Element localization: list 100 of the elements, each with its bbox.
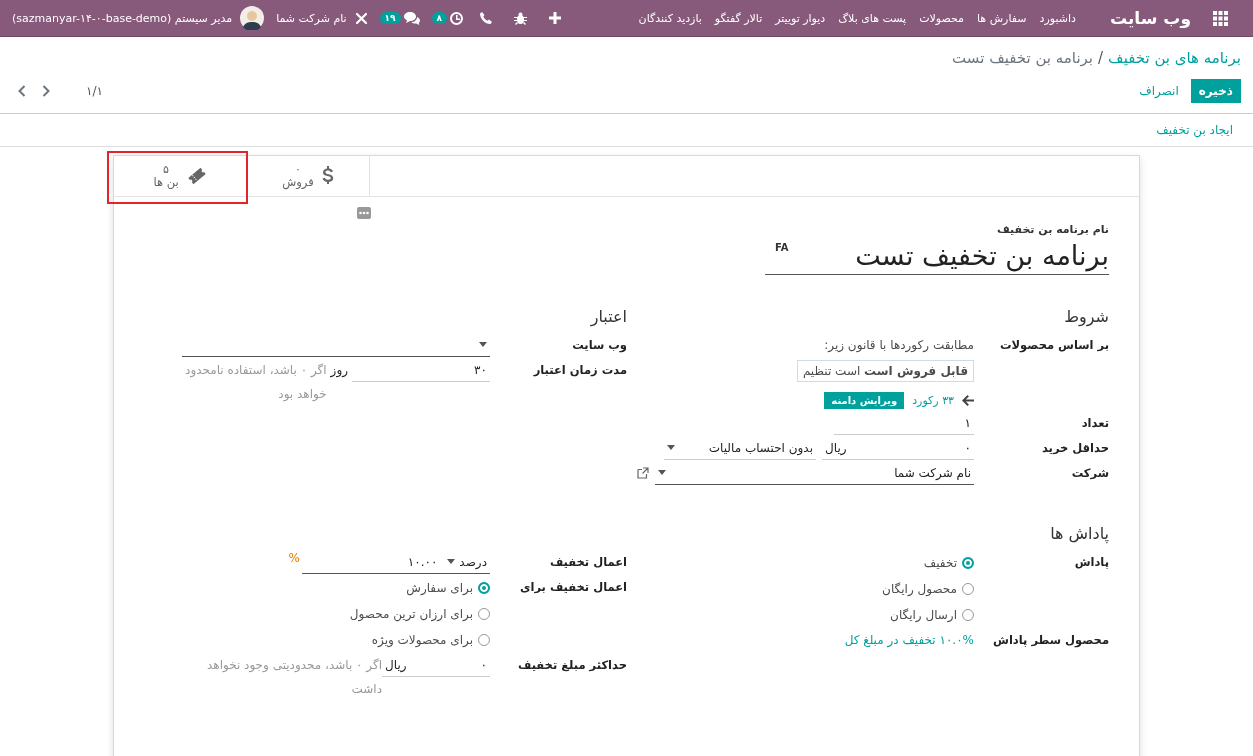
- field-label: وب سایت: [571, 337, 627, 355]
- unit-label: %: [288, 550, 300, 566]
- cancel-button[interactable]: انصراف: [1131, 79, 1187, 103]
- select-field[interactable]: بدون احتساب مالیات: [664, 436, 816, 460]
- reward-summary-link[interactable]: ۱۰.۰% تخفیف در مبلغ کل: [844, 633, 974, 647]
- menu-item[interactable]: سفارش ها: [977, 11, 1027, 25]
- tools-icon[interactable]: [354, 11, 368, 25]
- input-field[interactable]: ۳۰: [352, 358, 490, 382]
- field-label: نام برنامه بن تخفیف: [995, 223, 1109, 236]
- radio-button[interactable]: [478, 582, 490, 594]
- option-label: تخفیف: [923, 556, 957, 570]
- clock-icon[interactable]: [450, 11, 464, 25]
- field-label: اعمال تخفیف: [548, 554, 627, 571]
- caret-icon: [658, 470, 666, 475]
- field-label: مدت زمان اعتبار: [532, 362, 627, 379]
- chevron-right-icon[interactable]: [42, 85, 50, 97]
- menu-item[interactable]: محصولات: [919, 11, 964, 25]
- field-value: ۱: [964, 415, 971, 430]
- select-value: نام شرکت شما: [894, 465, 971, 480]
- chat-bubbles-icon[interactable]: [403, 11, 420, 25]
- menu-item[interactable]: تالار گفتگو: [714, 11, 763, 25]
- chevron-left-icon[interactable]: [18, 85, 26, 97]
- radio-option[interactable]: ارسال رایگان: [777, 602, 974, 628]
- radio-option[interactable]: محصول رایگان: [777, 576, 974, 602]
- caret-icon: [447, 559, 456, 564]
- menu-item[interactable]: پست های بلاگ: [838, 11, 907, 25]
- currency-label: ریال: [385, 656, 407, 674]
- title-value: برنامه بن تخفیف تست: [855, 239, 1109, 274]
- stat-label: فروش: [282, 176, 314, 189]
- input-field[interactable]: ۰ ریال: [822, 436, 974, 460]
- stat-count: ۰: [295, 163, 301, 176]
- radio-option[interactable]: برای ارزان ترین محصول: [182, 601, 490, 627]
- field-hint: اگر ۰ باشد، محدودیتی وجود نخواهد داشت: [206, 657, 382, 698]
- create-coupon-link[interactable]: ایجاد بن تخفیف: [1156, 123, 1233, 137]
- field-label: محصول سطر پاداش: [992, 632, 1109, 650]
- field-value: ۳۰: [474, 361, 487, 379]
- arrow-left-icon: [962, 395, 974, 406]
- ellipsis-icon[interactable]: [357, 207, 371, 219]
- section-title: شروط: [1063, 307, 1109, 329]
- select-value: درصد: [459, 554, 487, 569]
- input-field[interactable]: درصد ۱۰.۰۰: [302, 550, 490, 574]
- plus-icon[interactable]: [549, 12, 562, 24]
- radio-button[interactable]: [962, 557, 974, 569]
- section-title: اعتبار: [589, 307, 627, 329]
- save-button[interactable]: ذخیره: [1190, 79, 1241, 103]
- option-label: محصول رایگان: [882, 582, 957, 596]
- pager-value: ۱/۱: [86, 84, 103, 98]
- stat-label: بن ها: [153, 176, 179, 189]
- field-hint: اگر ۰ باشد، استفاده نامحدود خواهد بود: [184, 362, 327, 403]
- option-label: ارسال رایگان: [890, 608, 957, 622]
- stat-count: ۵: [163, 163, 169, 176]
- notification-badge: ۸: [431, 12, 448, 24]
- phone-icon[interactable]: [480, 12, 493, 24]
- field-label: پاداش: [1073, 554, 1109, 571]
- input-field[interactable]: ۱: [834, 411, 974, 435]
- field-label: حداکثر مبلغ تخفیف: [516, 657, 627, 674]
- input-field[interactable]: ۰ ریال: [382, 653, 490, 677]
- currency-label: ریال: [825, 440, 847, 455]
- bug-icon[interactable]: [514, 11, 528, 25]
- user-name[interactable]: مدیر سیستم (sazmanyar-۱۴-۰-base-demo): [12, 11, 233, 25]
- field-label: حداقل خرید: [1040, 440, 1109, 457]
- select-field[interactable]: نام شرکت شما: [655, 461, 974, 485]
- radio-option[interactable]: تخفیف: [777, 550, 974, 576]
- record-count-link[interactable]: ۳۳ رکورد: [912, 394, 954, 407]
- breadcrumb-link[interactable]: برنامه های بن تخفیف: [1108, 49, 1241, 67]
- app-title[interactable]: وب سایت: [1109, 8, 1191, 28]
- avatar-icon[interactable]: [240, 6, 265, 30]
- select-value: بدون احتساب مالیات: [708, 440, 813, 455]
- edit-domain-button[interactable]: ویرایش دامنه: [824, 392, 905, 409]
- field-label: بر اساس محصولات: [999, 337, 1109, 355]
- breadcrumb-separator: /: [1098, 49, 1104, 67]
- external-link-icon[interactable]: [637, 467, 649, 479]
- language-badge[interactable]: FA: [775, 242, 789, 253]
- field-value: ۰: [964, 440, 971, 455]
- select-field[interactable]: درصد: [447, 554, 487, 569]
- radio-option[interactable]: برای سفارش: [182, 575, 490, 601]
- field-value: ۱۰.۰۰: [407, 554, 438, 569]
- notification-badge: ۱۹: [379, 12, 401, 24]
- ticket-icon: [186, 166, 207, 186]
- domain-description: مطابقت رکوردها با قانون زیر:: [823, 337, 974, 355]
- menu-item[interactable]: دیوار توییتر: [775, 11, 826, 25]
- field-label: تعداد: [1080, 415, 1109, 432]
- caret-icon: [667, 445, 675, 450]
- apps-grid-icon[interactable]: [1213, 10, 1228, 26]
- stat-button[interactable]: ۵ بن ها: [114, 156, 247, 196]
- stat-button[interactable]: ۰ فروش: [247, 156, 370, 196]
- option-label: برای محصولات ویژه: [371, 633, 473, 647]
- company-name[interactable]: نام شرکت شما: [276, 11, 347, 25]
- unit-label: روز: [330, 362, 348, 380]
- menu-item[interactable]: بازدید کنندگان: [638, 11, 702, 25]
- dollar-icon: [321, 166, 334, 186]
- radio-option[interactable]: برای محصولات ویژه: [182, 627, 490, 653]
- option-label: برای ارزان ترین محصول: [349, 607, 473, 621]
- field-value: ۰: [480, 656, 487, 674]
- menu-item[interactable]: داشبورد: [1039, 11, 1076, 25]
- breadcrumb-current: برنامه بن تخفیف تست: [952, 49, 1094, 67]
- option-label: برای سفارش: [406, 581, 473, 595]
- caret-icon: [479, 342, 487, 347]
- field-label: اعمال تخفیف برای: [518, 579, 627, 596]
- field-label: شرکت: [1070, 465, 1109, 482]
